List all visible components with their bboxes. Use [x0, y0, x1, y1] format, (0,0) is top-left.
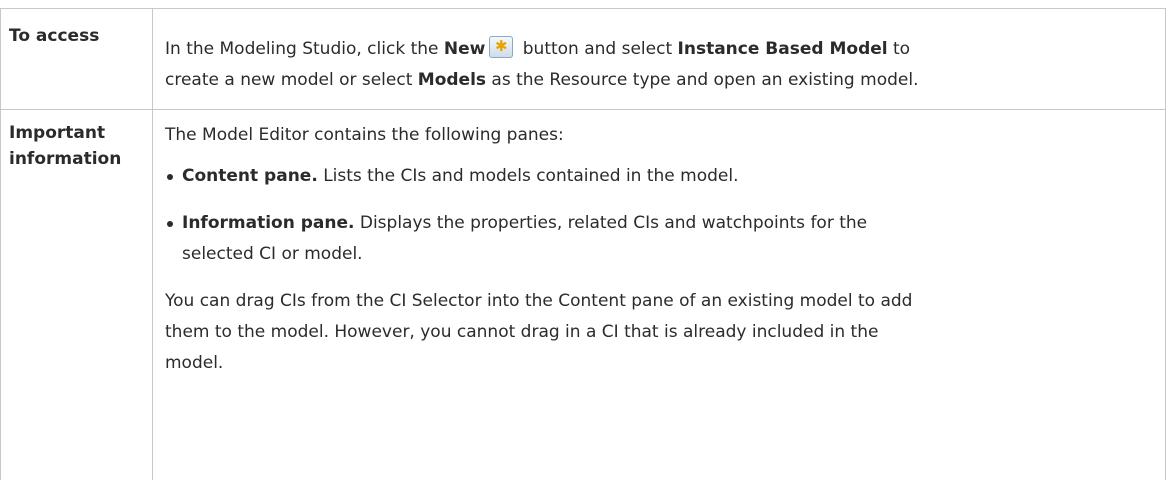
drag-note-line-1: You can drag CIs from the CI Selector in… [165, 291, 913, 311]
access-label: To access [9, 26, 100, 46]
info-row: Important information The Model Editor c… [0, 109, 1166, 480]
access-text: In the Modeling Studio, click the [165, 39, 444, 59]
access-text: create a new model or select [165, 70, 418, 90]
drag-note-line-2: them to the model. However, you cannot d… [165, 322, 879, 342]
new-button-ref: New [443, 39, 486, 59]
info-table: To access In the Modeling Studio, click … [0, 8, 1166, 480]
info-content-cell: The Model Editor contains the following … [152, 109, 1166, 480]
info-label-line-1: Important [9, 123, 106, 143]
info-intro: The Model Editor contains the following … [165, 125, 564, 145]
list-item: Content pane. Lists the CIs and models c… [165, 161, 1153, 192]
drag-note-line-3: model. [165, 353, 224, 373]
content-pane-desc: Lists the CIs and models contained in th… [317, 166, 739, 186]
access-text: to [887, 39, 911, 59]
access-text: button and select [517, 39, 678, 59]
information-pane-desc-2: selected CI or model. [182, 244, 363, 264]
info-label-cell: Important information [0, 109, 153, 480]
list-item: Information pane. Displays the propertie… [165, 208, 1153, 270]
access-text: as the Resource type and open an existin… [486, 70, 919, 90]
new-star-icon: ✱ [489, 36, 514, 58]
models-ref: Models [417, 70, 487, 90]
drag-note: You can drag CIs from the CI Selector in… [165, 286, 1153, 379]
access-row: To access In the Modeling Studio, click … [0, 8, 1166, 110]
bullet-icon [167, 174, 173, 180]
instance-based-model-ref: Instance Based Model [677, 39, 888, 59]
panes-list: Content pane. Lists the CIs and models c… [165, 161, 1153, 270]
access-text-line-2: create a new model or select Models as t… [165, 65, 1153, 96]
content-pane-term: Content pane. [182, 166, 318, 186]
access-text-line-1: In the Modeling Studio, click the New ✱ b… [165, 34, 1153, 65]
information-pane-term: Information pane. [182, 213, 355, 233]
access-content-cell: In the Modeling Studio, click the New ✱ b… [152, 8, 1166, 110]
access-label-cell: To access [0, 8, 153, 110]
info-label-line-2: information [9, 149, 122, 169]
bullet-icon [167, 221, 173, 227]
information-pane-desc: Displays the properties, related CIs and… [354, 213, 868, 233]
